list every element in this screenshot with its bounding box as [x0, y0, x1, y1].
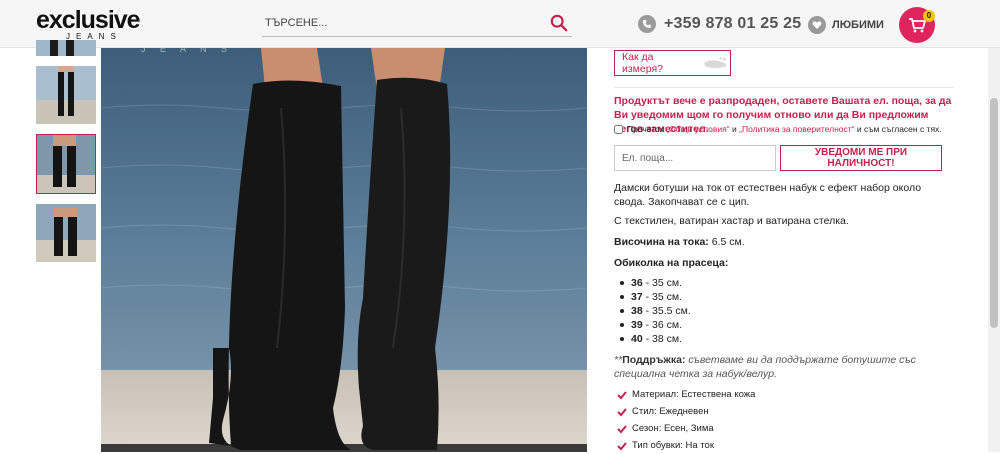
care-instructions: **Поддръжка: съветваме ви да поддържате … [614, 353, 954, 381]
notify-me-button[interactable]: УВЕДОМИ МЕ ПРИ НАЛИЧНОСТ! [780, 145, 942, 171]
thumbnail-image-4[interactable] [36, 204, 96, 262]
email-field[interactable] [614, 145, 776, 171]
thumbnail-image-3[interactable] [36, 134, 96, 194]
list-item: 36 - 35 см. [620, 276, 691, 290]
care-label: Поддръжка: [622, 354, 686, 366]
lining-text: С текстилен, ватиран хастар и ватирана с… [614, 215, 849, 227]
divider [614, 87, 954, 88]
search-input[interactable] [262, 11, 542, 35]
list-item: Материал: Естествена кожа [617, 386, 755, 403]
heel-label: Височина на тока: [614, 236, 709, 248]
phone-icon [638, 15, 656, 33]
cart-count-badge: 0 [923, 10, 935, 22]
consent-checkbox[interactable] [614, 124, 623, 134]
calf-label: Обиколка на прасеца: [614, 257, 729, 269]
list-item: 40 - 38 см. [620, 332, 691, 346]
search-icon[interactable] [550, 14, 568, 32]
phone-contact[interactable]: +359 878 01 25 25 [638, 15, 801, 33]
check-icon [617, 390, 627, 399]
terms-link[interactable]: „Общи условия“ [666, 124, 729, 134]
list-item: Сезон: Есен, Зима [617, 420, 755, 437]
product-main-image[interactable]: J E A N S [101, 48, 587, 452]
search-bar [262, 11, 572, 37]
page-scrollbar[interactable] [988, 48, 1000, 452]
how-to-measure-button[interactable]: Как да измеря? [614, 50, 731, 76]
heart-icon [808, 16, 826, 34]
list-item: 38 - 35.5 см. [620, 304, 691, 318]
heel-height: Височина на тока: 6.5 см. [614, 236, 745, 248]
footprint-icon [704, 57, 727, 68]
list-item: 37 - 35 см. [620, 290, 691, 304]
logo-main-text: exclusive [36, 6, 141, 34]
check-icon [617, 424, 627, 433]
thumbnail-image-1[interactable] [36, 40, 96, 56]
list-item: Тип обувки: На ток [617, 437, 755, 454]
consent-prefix: Прочетох [627, 124, 664, 134]
calf-size-list: 36 - 35 см. 37 - 35 см. 38 - 35.5 см. 39… [620, 276, 691, 346]
site-header: exclusive JEANS +359 878 01 25 25 ЛЮБИМИ… [0, 0, 1000, 48]
svg-text:J E A N S: J E A N S [141, 48, 233, 54]
privacy-link[interactable]: „Политика за поверителност“ [739, 124, 854, 134]
how-to-measure-label: Как да измеря? [622, 51, 663, 75]
favorites-label: ЛЮБИМИ [832, 19, 884, 31]
consent-and: и [732, 124, 737, 134]
list-item: Стил: Ежедневен [617, 403, 755, 420]
consent-row: Прочетох „Общи условия“ и „Политика за п… [614, 124, 942, 134]
thumbnail-image-2[interactable] [36, 66, 96, 124]
check-icon [617, 407, 627, 416]
care-prefix: ** [614, 354, 623, 366]
site-logo[interactable]: exclusive JEANS [36, 6, 141, 41]
feature-list: Материал: Естествена кожа Стил: Ежедневе… [617, 386, 755, 454]
favorites-link[interactable]: ЛЮБИМИ [808, 16, 884, 34]
check-icon [617, 441, 627, 450]
scrollbar-thumb[interactable] [990, 98, 998, 328]
cart-button[interactable]: 0 [899, 7, 935, 43]
heel-value: 6.5 см. [711, 236, 745, 248]
list-item: 39 - 36 см. [620, 318, 691, 332]
phone-number: +359 878 01 25 25 [664, 15, 802, 32]
consent-suffix: и съм съгласен с тях. [856, 124, 942, 134]
product-description: Дамски ботуши на ток от естествен набук … [614, 182, 922, 208]
